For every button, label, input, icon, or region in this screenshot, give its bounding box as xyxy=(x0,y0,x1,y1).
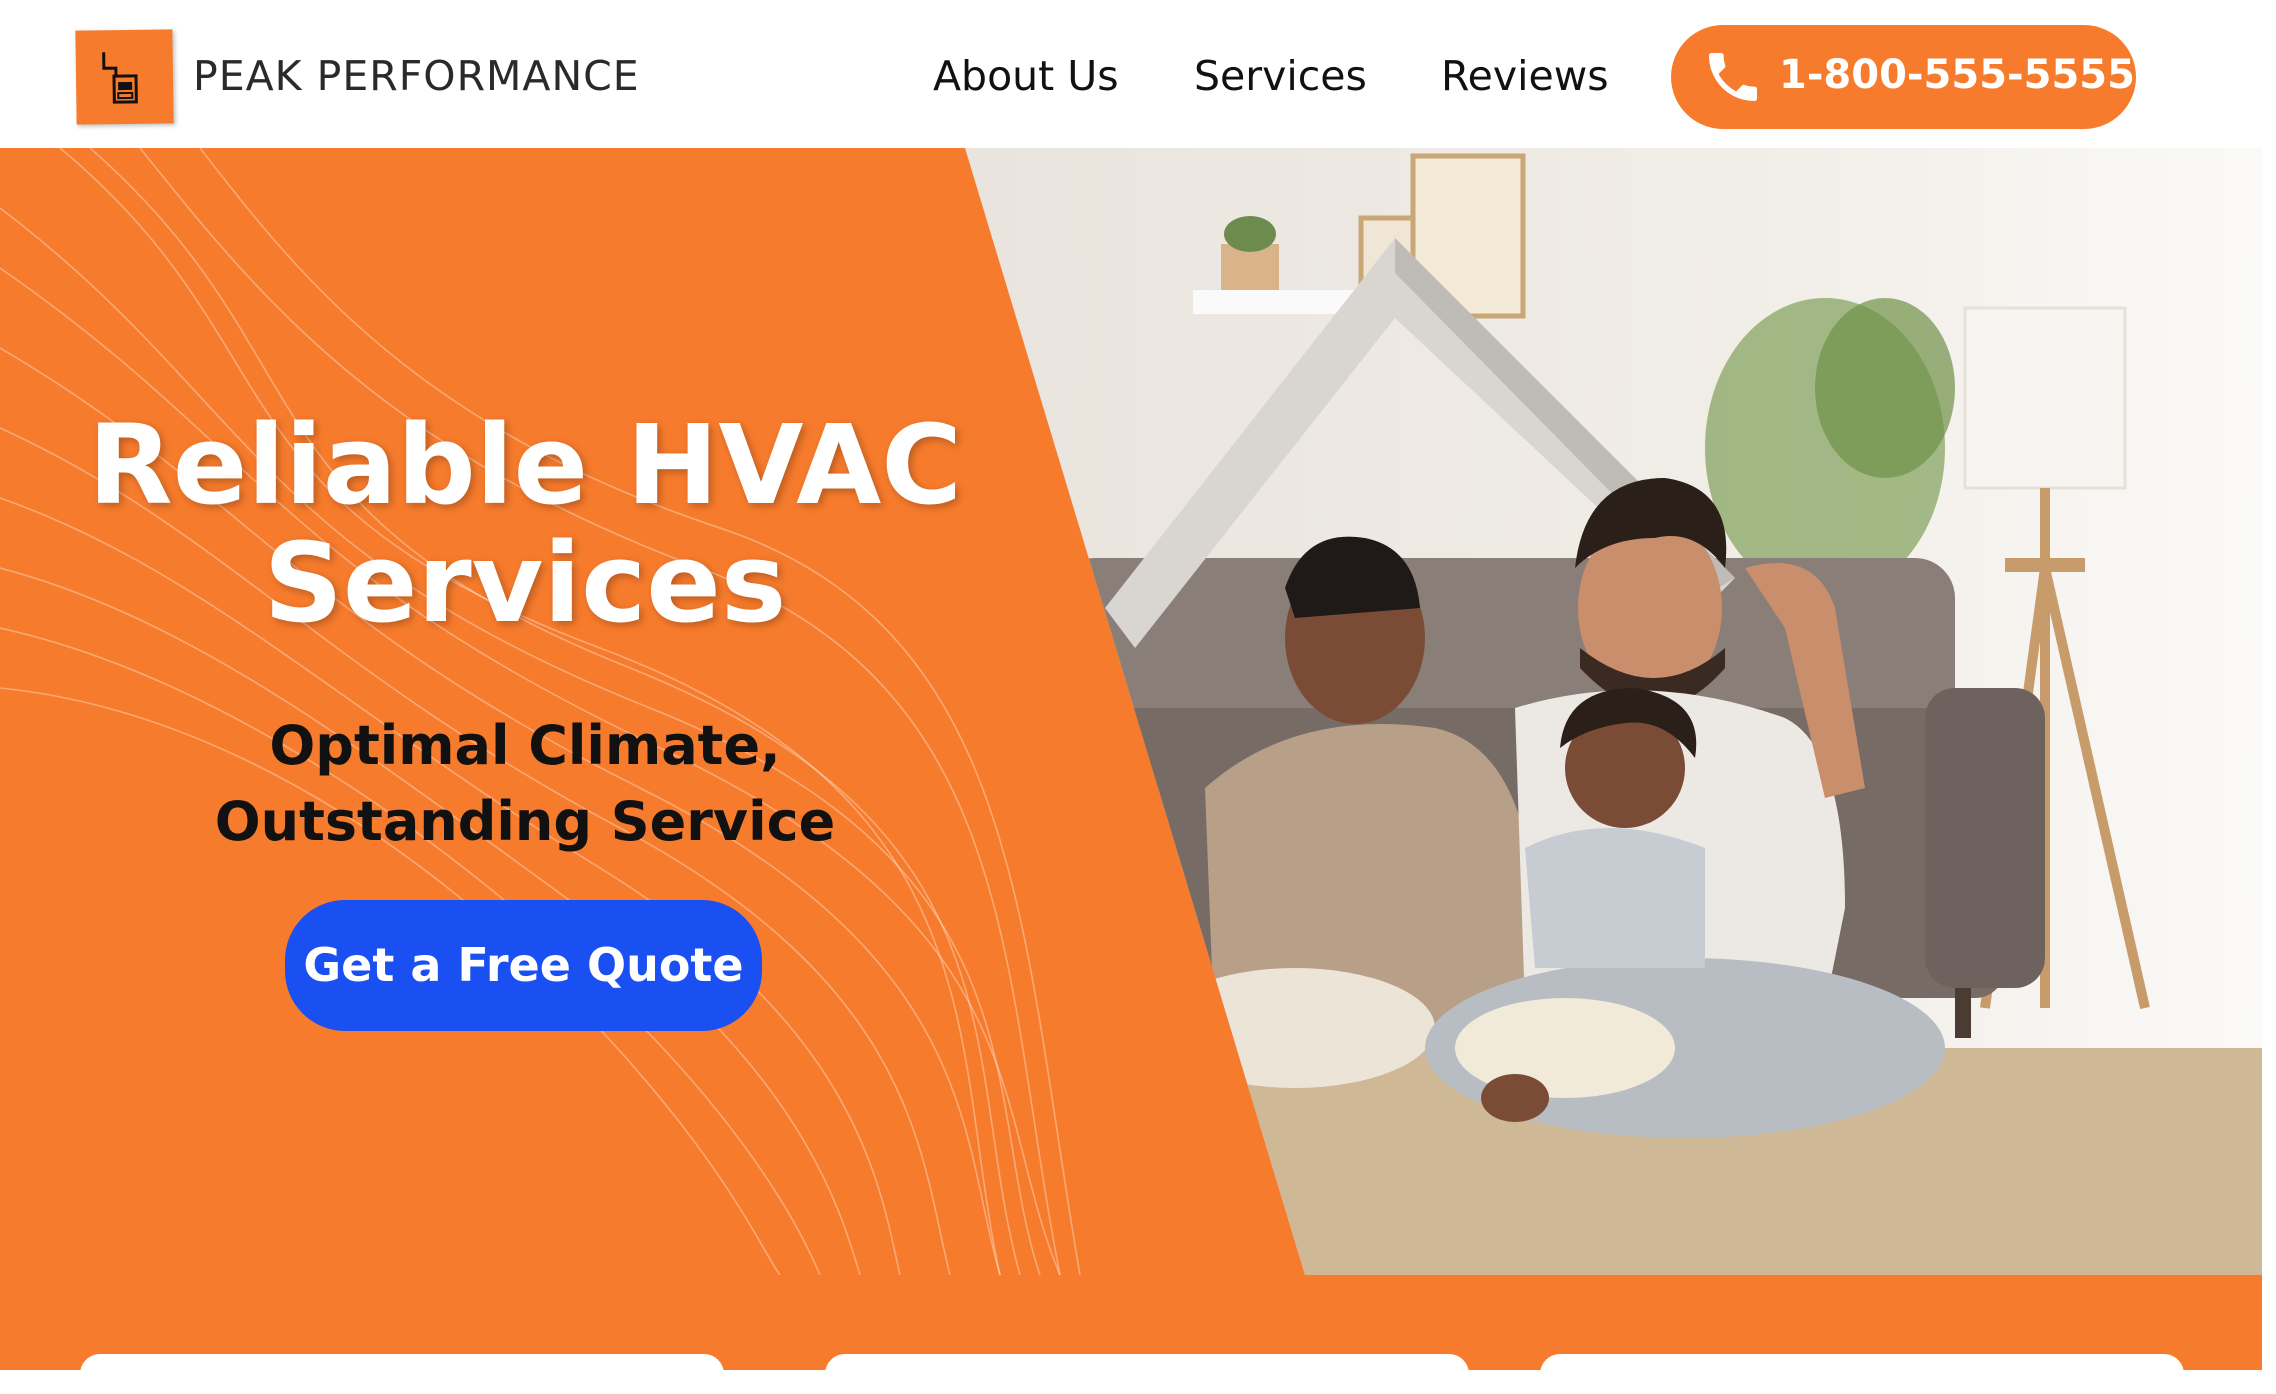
nav-about-us[interactable]: About Us xyxy=(933,52,1119,100)
feature-card[interactable] xyxy=(80,1354,724,1394)
phone-icon xyxy=(1709,53,1757,101)
get-free-quote-button[interactable]: Get a Free Quote xyxy=(285,900,762,1031)
nav-reviews[interactable]: Reviews xyxy=(1441,52,1609,100)
phone-number: 1-800-555-5555 xyxy=(1779,52,2135,98)
hero-title: Reliable HVAC Services xyxy=(88,401,962,647)
nav-services[interactable]: Services xyxy=(1194,52,1367,100)
logo[interactable] xyxy=(75,29,174,125)
hero-subtitle: Optimal Climate, Outstanding Service xyxy=(214,714,836,853)
feature-card[interactable] xyxy=(825,1354,1469,1394)
site-header: PEAK PERFORMANCE About Us Services Revie… xyxy=(0,0,2276,148)
family-under-roof-photo xyxy=(965,148,2276,1275)
hvac-unit-icon xyxy=(102,52,138,104)
brand-name: PEAK PERFORMANCE xyxy=(193,52,640,100)
feature-card[interactable] xyxy=(1540,1354,2184,1394)
window-edge xyxy=(2262,0,2276,1370)
hero-section: Reliable HVAC Services Optimal Climate, … xyxy=(0,148,2276,1275)
phone-call-button[interactable]: 1-800-555-5555 xyxy=(1671,25,2136,129)
